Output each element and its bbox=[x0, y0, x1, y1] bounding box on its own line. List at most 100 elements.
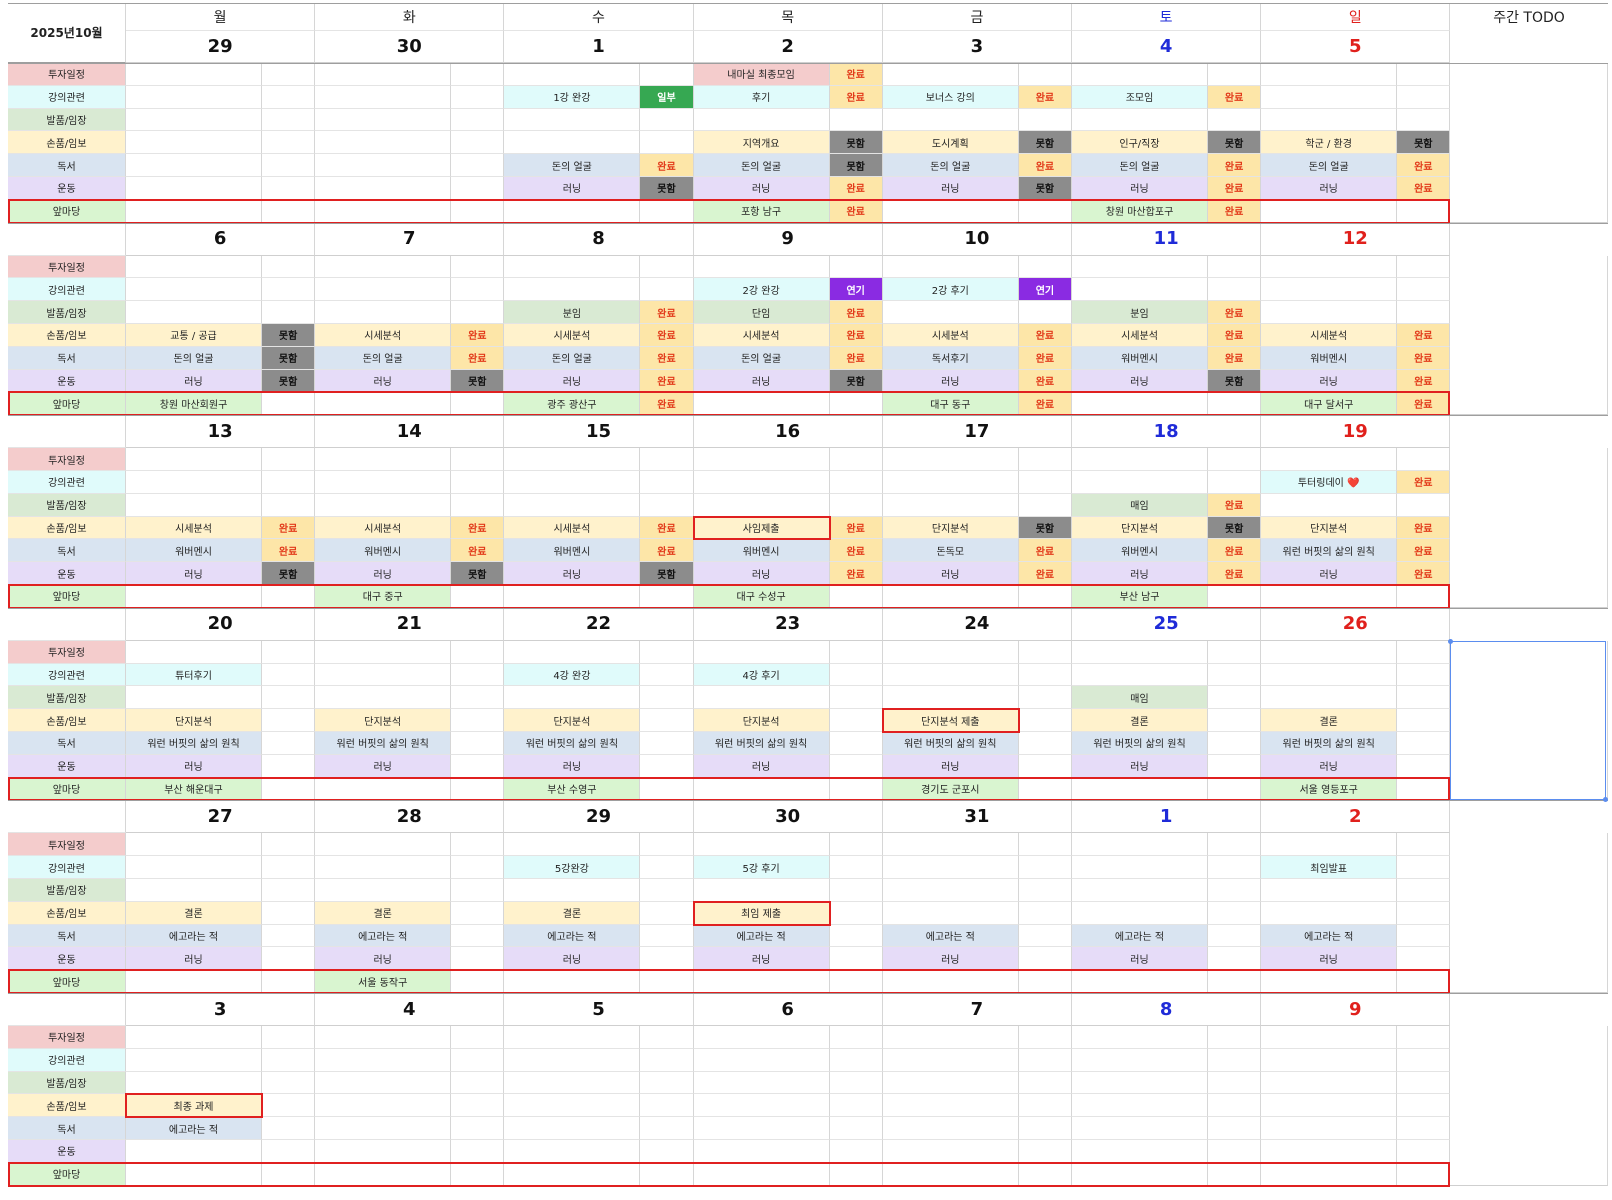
day-number[interactable]: 27 bbox=[126, 800, 316, 834]
empty-status-cell[interactable] bbox=[262, 1071, 316, 1095]
empty-cell[interactable] bbox=[315, 777, 452, 801]
weekly-todo-cell[interactable] bbox=[1450, 833, 1608, 993]
empty-status-cell[interactable] bbox=[1208, 947, 1262, 971]
day-number[interactable]: 1 bbox=[1072, 800, 1262, 834]
empty-status-cell[interactable] bbox=[1397, 1048, 1451, 1072]
empty-cell[interactable] bbox=[1072, 879, 1208, 902]
empty-status-cell[interactable] bbox=[451, 970, 505, 993]
status-badge[interactable]: 연기 bbox=[829, 278, 883, 302]
empty-status-cell[interactable] bbox=[451, 177, 505, 200]
task-cell[interactable]: 1강 완강 bbox=[504, 85, 641, 109]
empty-cell[interactable] bbox=[1261, 585, 1398, 608]
empty-status-cell[interactable] bbox=[1208, 1117, 1262, 1140]
selection-handle[interactable] bbox=[1448, 638, 1453, 644]
empty-status-cell[interactable] bbox=[1208, 255, 1262, 279]
empty-status-cell[interactable] bbox=[640, 879, 694, 902]
task-cell[interactable]: 시세분석 bbox=[126, 516, 262, 540]
empty-status-cell[interactable] bbox=[1018, 709, 1072, 732]
empty-status-cell[interactable] bbox=[829, 709, 883, 732]
task-cell[interactable]: 부산 수영구 bbox=[504, 777, 641, 801]
empty-status-cell[interactable] bbox=[1208, 856, 1262, 879]
empty-cell[interactable] bbox=[126, 1026, 262, 1049]
task-cell[interactable]: 최종 과제 bbox=[126, 1094, 262, 1118]
empty-cell[interactable] bbox=[882, 1094, 1019, 1118]
empty-cell[interactable] bbox=[504, 640, 641, 664]
task-cell[interactable]: 러닝 bbox=[882, 177, 1019, 200]
empty-cell[interactable] bbox=[882, 1026, 1019, 1049]
empty-cell[interactable] bbox=[882, 901, 1019, 925]
task-cell[interactable]: 돈의 얼굴 bbox=[126, 346, 262, 370]
empty-cell[interactable] bbox=[693, 448, 830, 471]
task-cell[interactable]: 워버멘시 bbox=[1072, 346, 1208, 370]
empty-cell[interactable] bbox=[315, 63, 452, 86]
status-badge[interactable]: 완료 bbox=[829, 85, 883, 109]
task-cell[interactable]: 매임 bbox=[1072, 686, 1208, 710]
day-number[interactable]: 15 bbox=[504, 415, 694, 449]
empty-cell[interactable] bbox=[504, 278, 641, 302]
day-number[interactable]: 20 bbox=[126, 607, 316, 641]
empty-status-cell[interactable] bbox=[829, 754, 883, 778]
task-cell[interactable]: 단지분석 bbox=[1072, 516, 1208, 540]
task-cell[interactable]: 러닝 bbox=[1261, 177, 1398, 200]
empty-cell[interactable] bbox=[504, 108, 641, 132]
status-badge[interactable]: 완료 bbox=[829, 324, 883, 347]
empty-status-cell[interactable] bbox=[829, 856, 883, 879]
empty-cell[interactable] bbox=[693, 1094, 830, 1118]
empty-status-cell[interactable] bbox=[262, 947, 316, 971]
empty-status-cell[interactable] bbox=[262, 1140, 316, 1163]
empty-cell[interactable] bbox=[504, 1048, 641, 1072]
empty-status-cell[interactable] bbox=[1397, 947, 1451, 971]
empty-cell[interactable] bbox=[693, 833, 830, 857]
empty-cell[interactable] bbox=[1261, 1094, 1398, 1118]
status-badge[interactable]: 완료 bbox=[1208, 493, 1262, 517]
empty-status-cell[interactable] bbox=[1018, 199, 1072, 223]
empty-status-cell[interactable] bbox=[640, 970, 694, 993]
empty-status-cell[interactable] bbox=[1018, 301, 1072, 324]
empty-status-cell[interactable] bbox=[1018, 1071, 1072, 1095]
empty-cell[interactable] bbox=[1261, 255, 1398, 279]
task-cell[interactable]: 결론 bbox=[126, 901, 262, 925]
empty-status-cell[interactable] bbox=[640, 1162, 694, 1186]
day-number[interactable]: 7 bbox=[315, 222, 505, 256]
empty-cell[interactable] bbox=[504, 1140, 641, 1163]
status-badge[interactable]: 완료 bbox=[640, 301, 694, 324]
empty-cell[interactable] bbox=[882, 686, 1019, 710]
status-badge[interactable]: 완료 bbox=[451, 539, 505, 563]
empty-cell[interactable] bbox=[315, 833, 452, 857]
task-cell[interactable]: 러닝 bbox=[504, 562, 641, 585]
empty-cell[interactable] bbox=[315, 154, 452, 177]
category-label[interactable]: 강의관련 bbox=[8, 85, 126, 109]
empty-status-cell[interactable] bbox=[1018, 879, 1072, 902]
task-cell[interactable]: 에고라는 적 bbox=[315, 924, 452, 948]
day-number[interactable]: 7 bbox=[882, 993, 1072, 1026]
empty-status-cell[interactable] bbox=[1018, 924, 1072, 948]
empty-status-cell[interactable] bbox=[451, 1048, 505, 1072]
day-number[interactable]: 9 bbox=[1261, 993, 1451, 1026]
status-badge[interactable]: 완료 bbox=[1208, 324, 1262, 347]
status-badge[interactable]: 못함 bbox=[1018, 131, 1072, 155]
empty-status-cell[interactable] bbox=[1397, 709, 1451, 732]
empty-status-cell[interactable] bbox=[1397, 833, 1451, 857]
weekday-header[interactable]: 월 bbox=[126, 3, 316, 31]
task-cell[interactable]: 시세분석 bbox=[315, 516, 452, 540]
status-badge[interactable]: 완료 bbox=[1397, 369, 1451, 393]
status-badge[interactable]: 못함 bbox=[451, 562, 505, 585]
empty-cell[interactable] bbox=[315, 392, 452, 416]
empty-status-cell[interactable] bbox=[1397, 1094, 1451, 1118]
status-badge[interactable]: 못함 bbox=[262, 369, 316, 393]
empty-status-cell[interactable] bbox=[1397, 663, 1451, 687]
category-label[interactable]: 앞마당 bbox=[8, 392, 126, 416]
task-cell[interactable]: 에고라는 적 bbox=[126, 924, 262, 948]
task-cell[interactable]: 러닝 bbox=[882, 754, 1019, 778]
empty-cell[interactable] bbox=[315, 85, 452, 109]
weekday-header[interactable]: 일 bbox=[1261, 3, 1451, 31]
empty-status-cell[interactable] bbox=[640, 448, 694, 471]
empty-status-cell[interactable] bbox=[1397, 970, 1451, 993]
weekday-header[interactable]: 금 bbox=[882, 3, 1072, 31]
empty-status-cell[interactable] bbox=[262, 255, 316, 279]
empty-cell[interactable] bbox=[1072, 663, 1208, 687]
empty-cell[interactable] bbox=[882, 856, 1019, 879]
empty-cell[interactable] bbox=[315, 663, 452, 687]
empty-cell[interactable] bbox=[126, 1071, 262, 1095]
task-cell[interactable]: 단지분석 bbox=[1261, 516, 1398, 540]
